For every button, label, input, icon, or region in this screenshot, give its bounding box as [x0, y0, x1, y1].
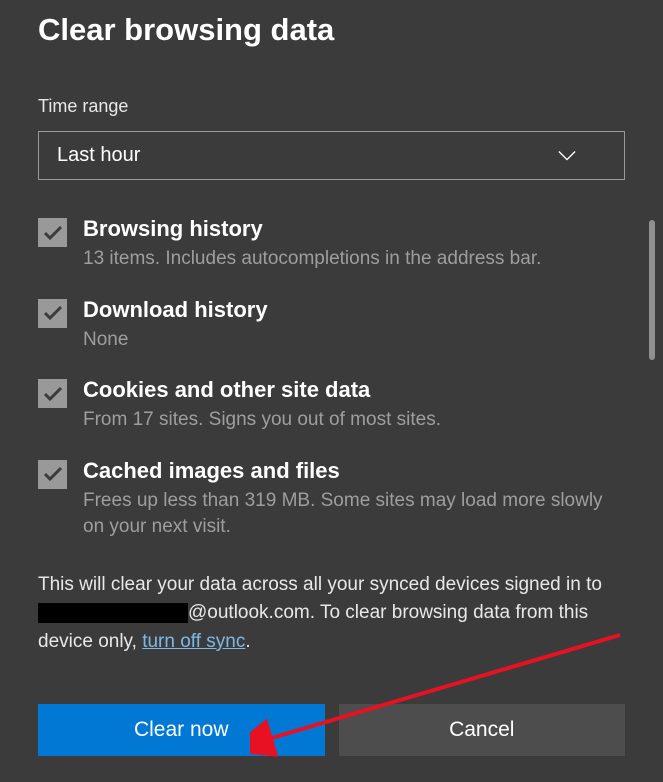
sync-notice-post: . — [245, 631, 250, 652]
time-range-select[interactable]: Last hour — [38, 131, 625, 180]
option-title: Cached images and files — [83, 458, 625, 484]
option-title: Cookies and other site data — [83, 377, 625, 403]
option-title: Browsing history — [83, 216, 625, 242]
option-cached: Cached images and files Frees up less th… — [38, 458, 625, 541]
turn-off-sync-link[interactable]: turn off sync — [142, 631, 245, 652]
option-desc: From 17 sites. Signs you out of most sit… — [83, 407, 625, 434]
option-desc: Frees up less than 319 MB. Some sites ma… — [83, 488, 625, 541]
checkbox-download-history[interactable] — [38, 299, 67, 328]
option-browsing-history: Browsing history 13 items. Includes auto… — [38, 216, 625, 273]
time-range-label: Time range — [38, 96, 625, 117]
dialog-title: Clear browsing data — [38, 12, 625, 48]
options-list: Browsing history 13 items. Includes auto… — [38, 216, 625, 541]
option-desc: 13 items. Includes autocompletions in th… — [83, 246, 625, 273]
sync-notice: This will clear your data across all you… — [38, 571, 625, 657]
option-desc: None — [83, 327, 625, 354]
checkbox-cookies[interactable] — [38, 379, 67, 408]
checkbox-cached[interactable] — [38, 460, 67, 489]
redacted-email — [38, 603, 188, 623]
chevron-down-icon — [558, 147, 576, 165]
option-download-history: Download history None — [38, 297, 625, 354]
scrollbar[interactable] — [649, 220, 655, 360]
option-cookies: Cookies and other site data From 17 site… — [38, 377, 625, 434]
cancel-button[interactable]: Cancel — [339, 704, 626, 756]
button-row: Clear now Cancel — [38, 704, 625, 756]
checkbox-browsing-history[interactable] — [38, 218, 67, 247]
option-title: Download history — [83, 297, 625, 323]
clear-now-button[interactable]: Clear now — [38, 704, 325, 756]
time-range-value: Last hour — [57, 144, 140, 167]
sync-notice-pre: This will clear your data across all you… — [38, 574, 602, 595]
